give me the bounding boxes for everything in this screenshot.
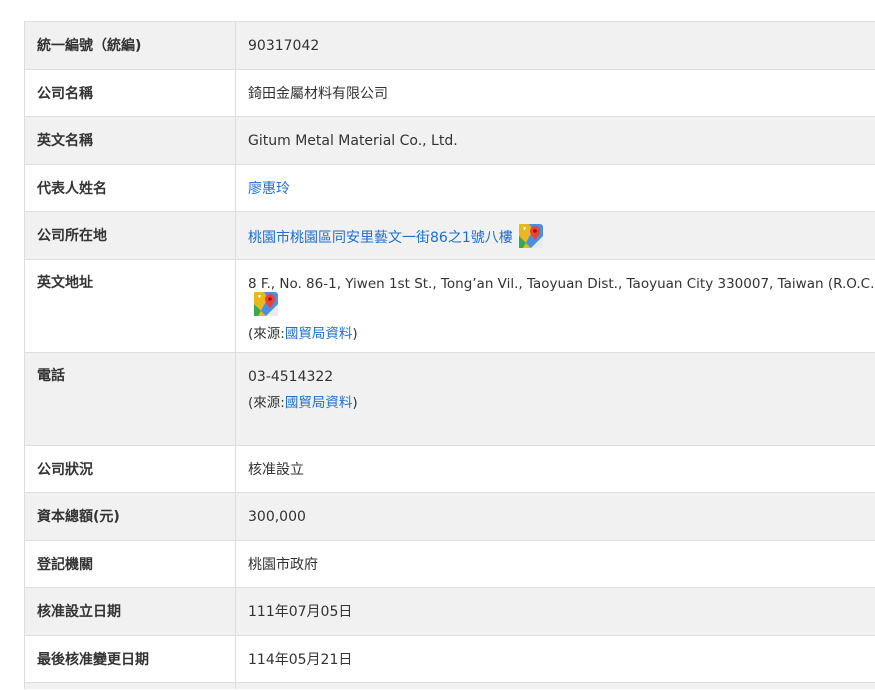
source-prefix: (來源: bbox=[248, 395, 285, 411]
row-value-capital: 300,000 bbox=[235, 492, 875, 541]
row-value-english-name: Gitum Metal Material Co., Ltd. bbox=[235, 116, 875, 165]
row-value-phone: 03-4514322 (來源:國貿局資料) bbox=[235, 352, 875, 446]
row-value-tax-id: 90317042 bbox=[235, 21, 875, 70]
row-label-english-name: 英文名稱 bbox=[24, 116, 236, 165]
row-label-representative: 代表人姓名 bbox=[24, 164, 236, 212]
row-label-registry: 登記機關 bbox=[24, 540, 236, 588]
table-row: 統一編號（統編) 90317042 bbox=[24, 21, 875, 70]
row-label-english-address: 英文地址 bbox=[24, 259, 236, 353]
row-value-next bbox=[235, 682, 875, 689]
row-value-company-name: 錡田金屬材料有限公司 bbox=[235, 69, 875, 117]
row-value-last-change-date: 114年05月21日 bbox=[235, 635, 875, 683]
row-label-capital: 資本總額(元) bbox=[24, 492, 236, 541]
row-value-address: 桃園市桃園區同安里藝文一街86之1號八樓 bbox=[235, 211, 875, 260]
english-address-text: 8 F., No. 86-1, Yiwen 1st St., Tong’an V… bbox=[248, 276, 875, 292]
phone-text: 03-4514322 bbox=[248, 369, 334, 385]
row-label-address: 公司所在地 bbox=[24, 211, 236, 260]
table-row: 公司所在地 桃園市桃園區同安里藝文一街86之1號八樓 bbox=[24, 211, 875, 260]
table-row: 代表人姓名 廖惠玲 bbox=[24, 164, 875, 212]
representative-link[interactable]: 廖惠玲 bbox=[248, 181, 290, 197]
google-maps-icon[interactable] bbox=[518, 224, 543, 248]
source-suffix: ) bbox=[352, 326, 358, 342]
phone-source: (來源:國貿局資料) bbox=[248, 393, 872, 413]
english-address-source: (來源:國貿局資料) bbox=[248, 324, 872, 344]
table-row bbox=[24, 682, 875, 689]
row-value-status: 核准設立 bbox=[235, 445, 875, 493]
row-value-english-address: 8 F., No. 86-1, Yiwen 1st St., Tong’an V… bbox=[235, 259, 875, 353]
row-value-registry: 桃園市政府 bbox=[235, 540, 875, 588]
table-row: 電話 03-4514322 (來源:國貿局資料) bbox=[24, 352, 875, 446]
row-label-status: 公司狀況 bbox=[24, 445, 236, 493]
address-link[interactable]: 桃園市桃園區同安里藝文一街86之1號八樓 bbox=[248, 230, 513, 246]
google-maps-icon[interactable] bbox=[254, 292, 278, 316]
source-suffix: ) bbox=[352, 395, 358, 411]
trade-bureau-link[interactable]: 國貿局資料 bbox=[285, 395, 353, 411]
row-label-phone: 電話 bbox=[24, 352, 236, 446]
table-row: 登記機關 桃園市政府 bbox=[24, 540, 875, 588]
table-row: 核准設立日期 111年07月05日 bbox=[24, 587, 875, 636]
trade-bureau-link[interactable]: 國貿局資料 bbox=[285, 326, 353, 342]
row-label-next bbox=[24, 682, 236, 689]
source-prefix: (來源: bbox=[248, 326, 285, 342]
row-label-tax-id: 統一編號（統編) bbox=[24, 21, 236, 70]
table-row: 英文名稱 Gitum Metal Material Co., Ltd. bbox=[24, 116, 875, 165]
table-row: 英文地址 8 F., No. 86-1, Yiwen 1st St., Tong… bbox=[24, 259, 875, 353]
table-row: 最後核准變更日期 114年05月21日 bbox=[24, 635, 875, 683]
table-row: 資本總額(元) 300,000 bbox=[24, 492, 875, 541]
table-row: 公司名稱 錡田金屬材料有限公司 bbox=[24, 69, 875, 117]
row-label-approved-date: 核准設立日期 bbox=[24, 587, 236, 636]
row-value-approved-date: 111年07月05日 bbox=[235, 587, 875, 636]
company-info-table: 統一編號（統編) 90317042 公司名稱 錡田金屬材料有限公司 英文名稱 G… bbox=[24, 21, 875, 689]
row-label-company-name: 公司名稱 bbox=[24, 69, 236, 117]
row-label-last-change-date: 最後核准變更日期 bbox=[24, 635, 236, 683]
table-row: 公司狀況 核准設立 bbox=[24, 445, 875, 493]
row-value-representative: 廖惠玲 bbox=[235, 164, 875, 212]
